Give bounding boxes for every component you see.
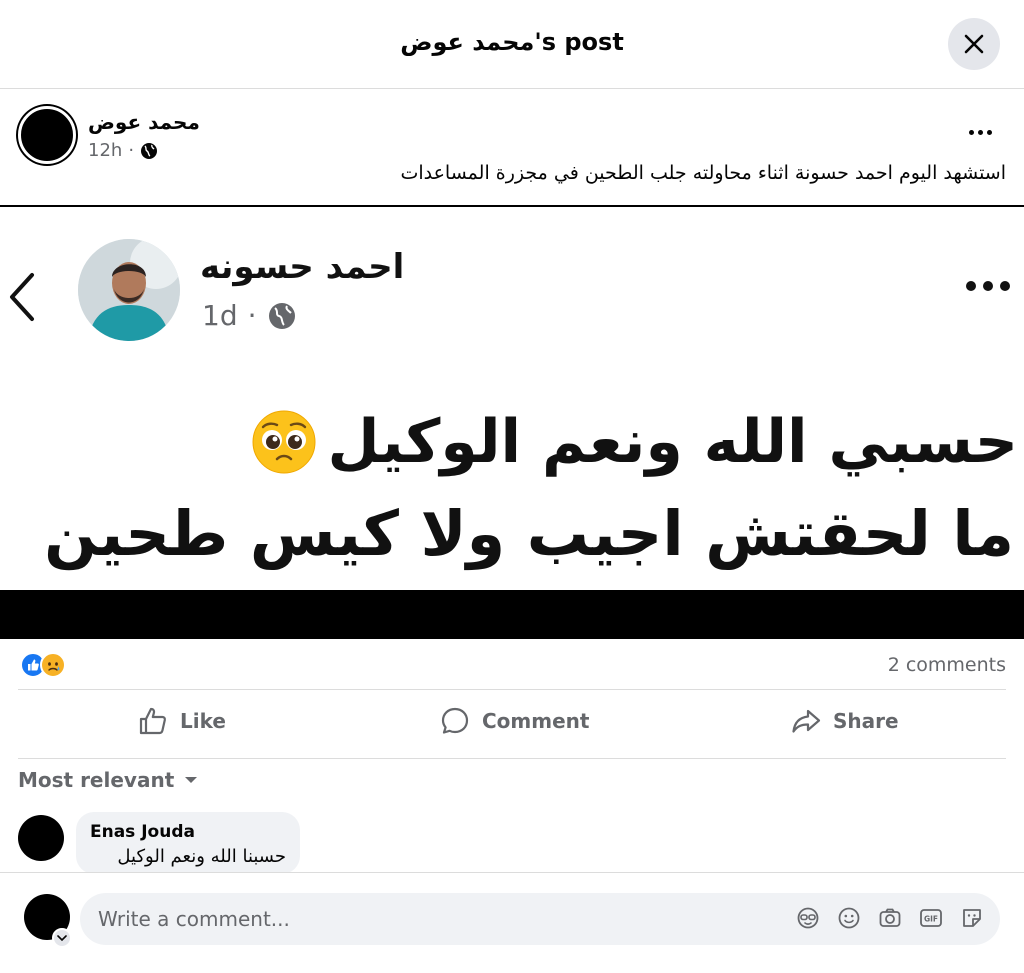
image-bottom-bar bbox=[0, 590, 1024, 639]
author-avatar[interactable] bbox=[18, 106, 76, 164]
shared-post-time: 1d bbox=[202, 299, 238, 332]
camera-icon bbox=[879, 908, 901, 927]
comments-count[interactable]: 2 comments bbox=[888, 654, 1006, 676]
reaction-summary[interactable] bbox=[20, 652, 66, 678]
chevron-left-icon bbox=[10, 273, 34, 321]
avatar-sticker-button[interactable] bbox=[796, 906, 820, 930]
shared-author-name: احمد حسونه bbox=[200, 247, 405, 287]
composer-tools: GIF bbox=[796, 906, 984, 930]
chevron-down-icon bbox=[57, 935, 67, 942]
shared-post-meta: 1d · bbox=[202, 299, 297, 332]
commenter-avatar[interactable] bbox=[18, 815, 64, 861]
gif-icon: GIF bbox=[920, 909, 942, 927]
caret-down-icon bbox=[185, 777, 198, 783]
dialog-title: محمد عوض's post bbox=[400, 28, 624, 56]
share-label: Share bbox=[833, 709, 899, 733]
comment-label: Comment bbox=[482, 709, 590, 733]
pleading-face-emoji bbox=[252, 410, 316, 474]
avatar-sticker-icon bbox=[797, 907, 819, 929]
divider bbox=[18, 758, 1006, 759]
account-switch-button[interactable] bbox=[52, 928, 72, 948]
emoji-icon bbox=[838, 907, 860, 929]
svg-text:GIF: GIF bbox=[924, 915, 938, 924]
camera-button[interactable] bbox=[878, 906, 902, 930]
globe-icon bbox=[141, 142, 158, 159]
comment-bubble: Enas Jouda حسبنا الله ونعم الوكيل bbox=[76, 812, 300, 874]
shared-text-line-2: ما لحقتش اجيب ولا كيس طحين bbox=[44, 497, 1014, 570]
close-icon bbox=[964, 34, 984, 54]
gif-button[interactable]: GIF bbox=[919, 906, 943, 930]
meta-separator: · bbox=[128, 140, 135, 161]
sticker-button[interactable] bbox=[960, 906, 984, 930]
comment-text: حسبنا الله ونعم الوكيل bbox=[117, 846, 286, 867]
sort-label: Most relevant bbox=[18, 768, 175, 792]
shared-more-icon bbox=[966, 281, 1010, 291]
share-button[interactable]: Share bbox=[791, 704, 899, 738]
sticker-icon bbox=[963, 909, 981, 927]
like-button[interactable]: Like bbox=[138, 704, 226, 738]
share-icon bbox=[792, 709, 821, 733]
like-icon bbox=[139, 707, 166, 735]
comment-button[interactable]: Comment bbox=[440, 704, 589, 738]
shared-profile-photo bbox=[78, 239, 180, 341]
shared-post-image[interactable]: احمد حسونه 1d · حسبي الله ونعم الوكيل ما… bbox=[0, 205, 1024, 639]
globe-icon bbox=[268, 302, 295, 329]
post-meta: 12h · bbox=[88, 140, 158, 161]
dialog-header: محمد عوض's post bbox=[0, 0, 1024, 89]
post-more-button[interactable] bbox=[964, 120, 996, 144]
sad-reaction-icon bbox=[40, 652, 66, 678]
post-author-name[interactable]: محمد عوض bbox=[88, 110, 200, 134]
comment-author[interactable]: Enas Jouda bbox=[90, 822, 286, 842]
comment-icon bbox=[441, 707, 469, 734]
post-time[interactable]: 12h bbox=[88, 140, 122, 161]
shared-text-line-1: حسبي الله ونعم الوكيل bbox=[251, 407, 1018, 477]
post-caption: استشهد اليوم احمد حسونة اثناء محاولته جل… bbox=[400, 162, 1006, 184]
more-horizontal-icon bbox=[968, 129, 974, 135]
comment-sort-dropdown[interactable]: Most relevant bbox=[18, 768, 198, 792]
like-label: Like bbox=[180, 709, 226, 733]
divider bbox=[18, 689, 1006, 690]
emoji-button[interactable] bbox=[837, 906, 861, 930]
close-button[interactable] bbox=[948, 18, 1000, 70]
